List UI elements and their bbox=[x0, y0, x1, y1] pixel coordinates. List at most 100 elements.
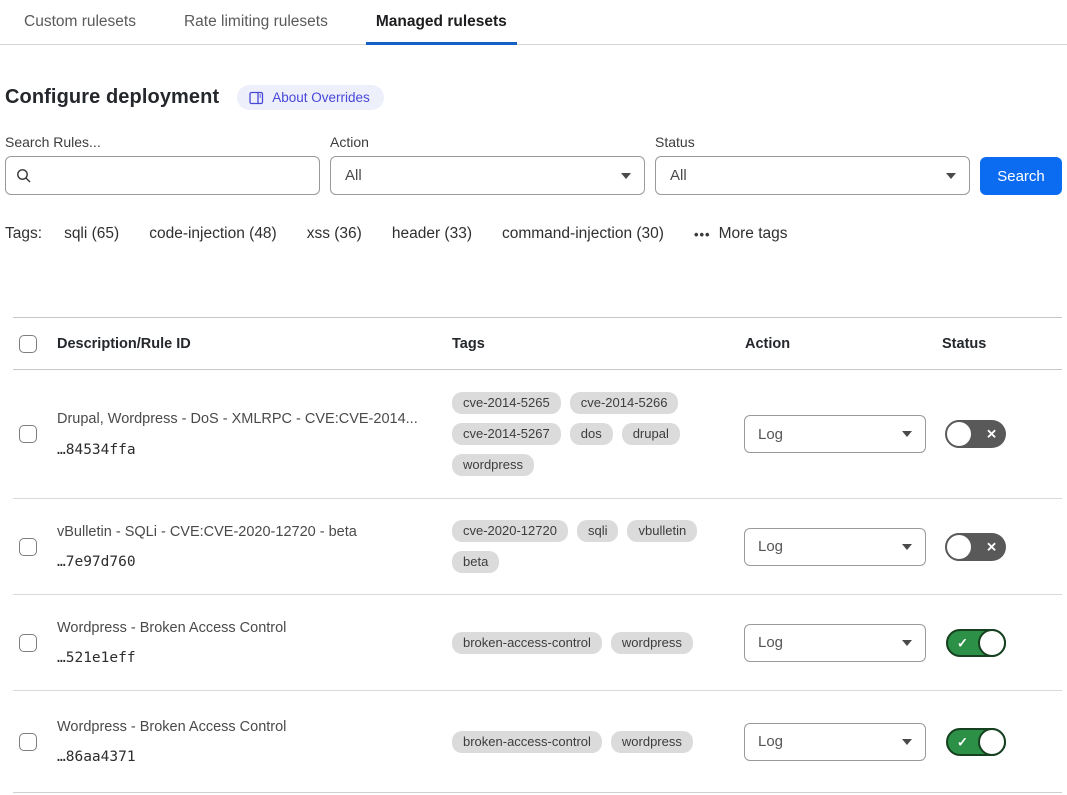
action-select[interactable]: Log bbox=[744, 723, 926, 761]
rule-description: Wordpress - Broken Access Control bbox=[57, 619, 438, 637]
action-select-value: Log bbox=[758, 426, 783, 443]
tags-bar: Tags: sqli (65) code-injection (48) xss … bbox=[5, 225, 1062, 243]
column-header-description: Description/Rule ID bbox=[49, 336, 452, 352]
tag-chip: broken-access-control bbox=[452, 632, 602, 654]
rule-id: …7e97d760 bbox=[57, 554, 438, 570]
tag-chip: cve-2014-5265 bbox=[452, 392, 561, 414]
status-filter-value: All bbox=[670, 167, 687, 184]
status-field-group: Status All bbox=[655, 134, 980, 195]
rule-id: …86aa4371 bbox=[57, 749, 438, 765]
action-filter-select[interactable]: All bbox=[330, 156, 645, 195]
rule-tags: cve-2014-5265 cve-2014-5266 cve-2014-5267 d… bbox=[452, 382, 744, 486]
tag-chip: dos bbox=[570, 423, 613, 445]
tag-chip: cve-2020-12720 bbox=[452, 520, 568, 542]
tags-bar-label: Tags: bbox=[5, 225, 42, 243]
row-checkbox[interactable] bbox=[19, 538, 37, 556]
toggle-state-icon: ✓ bbox=[957, 735, 968, 748]
chevron-down-icon bbox=[902, 640, 912, 646]
table-header: Description/Rule ID Tags Action Status bbox=[13, 318, 1062, 370]
status-toggle[interactable]: ✕ bbox=[946, 533, 1006, 561]
tag-chip: wordpress bbox=[452, 454, 534, 476]
row-checkbox[interactable] bbox=[19, 733, 37, 751]
about-overrides-link[interactable]: About Overrides bbox=[237, 85, 384, 110]
action-select-value: Log bbox=[758, 634, 783, 651]
tab-label: Managed rulesets bbox=[376, 13, 507, 31]
tag-filter-sqli[interactable]: sqli (65) bbox=[64, 225, 119, 243]
rule-tags: broken-access-control wordpress bbox=[452, 622, 744, 664]
table-row: Drupal, Wordpress - DoS - XMLRPC - CVE:C… bbox=[13, 370, 1062, 499]
toggle-state-icon: ✕ bbox=[986, 540, 997, 553]
rule-description: Drupal, Wordpress - DoS - XMLRPC - CVE:C… bbox=[57, 410, 438, 428]
row-checkbox[interactable] bbox=[19, 425, 37, 443]
tag-filter-command-injection[interactable]: command-injection (30) bbox=[502, 225, 664, 243]
tag-chip: sqli bbox=[577, 520, 619, 542]
tab-custom-rulesets[interactable]: Custom rulesets bbox=[14, 0, 146, 44]
toggle-state-icon: ✕ bbox=[986, 428, 997, 441]
tag-chip: cve-2014-5266 bbox=[570, 392, 679, 414]
status-toggle[interactable]: ✕ bbox=[946, 420, 1006, 448]
table-row: Wordpress - Broken Access Control …86aa4… bbox=[13, 691, 1062, 793]
search-button[interactable]: Search bbox=[980, 157, 1062, 195]
row-checkbox[interactable] bbox=[19, 634, 37, 652]
action-select[interactable]: Log bbox=[744, 528, 926, 566]
tag-chip: beta bbox=[452, 551, 499, 573]
action-select[interactable]: Log bbox=[744, 415, 926, 453]
toggle-knob bbox=[945, 533, 973, 561]
rule-tags: cve-2020-12720 sqli vbulletin beta bbox=[452, 510, 744, 583]
tag-chip: vbulletin bbox=[627, 520, 697, 542]
action-select[interactable]: Log bbox=[744, 624, 926, 662]
action-select-value: Log bbox=[758, 733, 783, 750]
rules-table: Description/Rule ID Tags Action Status D… bbox=[13, 317, 1062, 793]
book-icon bbox=[249, 91, 264, 105]
status-filter-select[interactable]: All bbox=[655, 156, 970, 195]
table-rows: Drupal, Wordpress - DoS - XMLRPC - CVE:C… bbox=[13, 370, 1062, 793]
rule-id: …84534ffa bbox=[57, 442, 438, 458]
chevron-down-icon bbox=[902, 431, 912, 437]
tag-chip: drupal bbox=[622, 423, 680, 445]
action-field-group: Action All bbox=[330, 134, 655, 195]
more-tags-button[interactable]: ••• More tags bbox=[694, 225, 788, 243]
column-header-tags: Tags bbox=[452, 336, 744, 352]
tab-label: Custom rulesets bbox=[24, 13, 136, 31]
action-filter-value: All bbox=[345, 167, 362, 184]
tag-chip: broken-access-control bbox=[452, 731, 602, 753]
search-icon bbox=[16, 168, 32, 184]
rule-description: vBulletin - SQLi - CVE:CVE-2020-12720 - … bbox=[57, 523, 438, 541]
tab-managed-rulesets[interactable]: Managed rulesets bbox=[366, 0, 517, 44]
about-overrides-label: About Overrides bbox=[272, 90, 370, 105]
rule-description: Wordpress - Broken Access Control bbox=[57, 718, 438, 736]
chevron-down-icon bbox=[902, 739, 912, 745]
page-title: Configure deployment bbox=[5, 86, 219, 109]
tab-rate-limiting-rulesets[interactable]: Rate limiting rulesets bbox=[174, 0, 338, 44]
tag-chip: cve-2014-5267 bbox=[452, 423, 561, 445]
column-header-status: Status bbox=[934, 336, 1062, 352]
tab-label: Rate limiting rulesets bbox=[184, 13, 328, 31]
tab-bar: Custom rulesets Rate limiting rulesets M… bbox=[0, 0, 1067, 45]
search-field-group: Search Rules... bbox=[5, 134, 330, 195]
tag-filter-code-injection[interactable]: code-injection (48) bbox=[149, 225, 277, 243]
search-input[interactable] bbox=[40, 166, 309, 185]
chevron-down-icon bbox=[946, 173, 956, 179]
action-filter-label: Action bbox=[330, 134, 655, 150]
status-toggle[interactable]: ✓ bbox=[946, 728, 1006, 756]
tag-filter-header[interactable]: header (33) bbox=[392, 225, 472, 243]
ellipsis-icon: ••• bbox=[694, 227, 711, 242]
tag-chip: wordpress bbox=[611, 632, 693, 654]
action-select-value: Log bbox=[758, 538, 783, 555]
search-label: Search Rules... bbox=[5, 134, 330, 150]
table-row: Wordpress - Broken Access Control …521e1… bbox=[13, 595, 1062, 691]
select-all-checkbox[interactable] bbox=[19, 335, 37, 353]
status-filter-label: Status bbox=[655, 134, 980, 150]
toggle-state-icon: ✓ bbox=[957, 636, 968, 649]
toggle-knob bbox=[978, 728, 1006, 756]
search-box bbox=[5, 156, 320, 195]
status-toggle[interactable]: ✓ bbox=[946, 629, 1006, 657]
rule-tags: broken-access-controlwordpress bbox=[452, 721, 744, 763]
column-header-action: Action bbox=[744, 336, 934, 352]
rule-id: …521e1eff bbox=[57, 650, 438, 666]
tag-filter-xss[interactable]: xss (36) bbox=[307, 225, 362, 243]
toggle-knob bbox=[978, 629, 1006, 657]
more-tags-label: More tags bbox=[719, 225, 788, 243]
chevron-down-icon bbox=[902, 544, 912, 550]
chevron-down-icon bbox=[621, 173, 631, 179]
